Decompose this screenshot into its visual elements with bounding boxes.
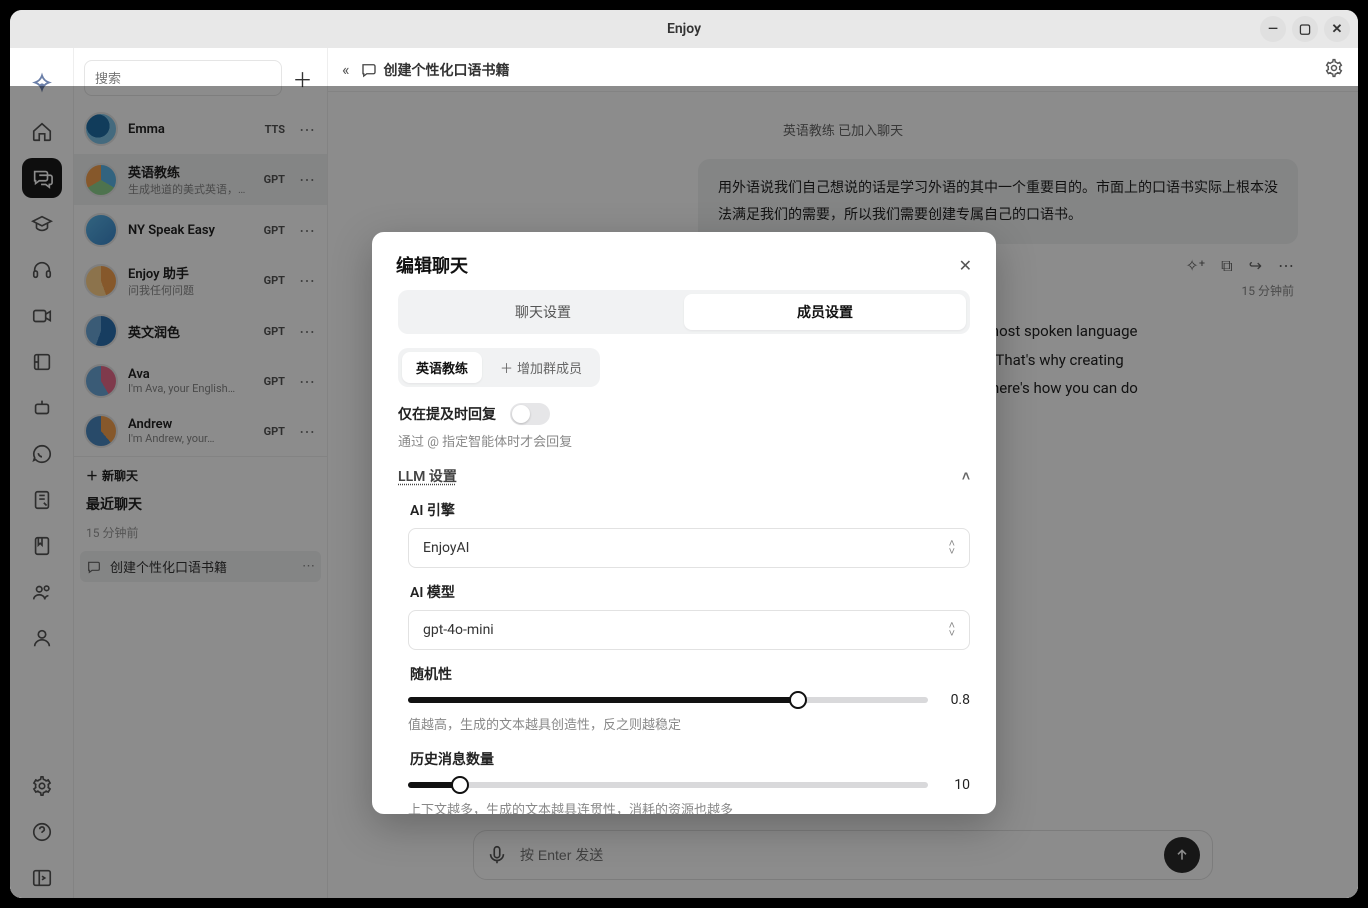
chat-settings-button[interactable] <box>1324 58 1344 82</box>
close-window-button[interactable]: ✕ <box>1324 16 1350 42</box>
add-member-label: 增加群成员 <box>517 358 582 377</box>
modal-title: 编辑聊天 <box>396 252 468 278</box>
temperature-slider-row: 0.8 <box>408 692 970 708</box>
reply-mention-help: 通过 @ 指定智能体时才会回复 <box>398 431 970 450</box>
member-pill[interactable]: 英语教练 <box>402 352 482 383</box>
modal-header: 编辑聊天 ✕ <box>372 232 996 290</box>
modal-tabs: 聊天设置 成员设置 <box>398 290 970 334</box>
llm-section-header[interactable]: LLM 设置 ˄ <box>398 466 970 486</box>
llm-section-label: LLM 设置 <box>398 466 457 486</box>
model-select[interactable]: gpt-4o-mini ˄˅ <box>408 610 970 650</box>
history-help: 上下文越多，生成的文本越具连贯性，消耗的资源也越多 <box>408 799 970 814</box>
modal-body: 聊天设置 成员设置 英语教练 ＋增加群成员 仅在提及时回复 通过 @ 指定智能体… <box>372 290 996 814</box>
reply-mention-toggle[interactable] <box>510 403 550 425</box>
model-value: gpt-4o-mini <box>423 622 494 638</box>
app-window: Enjoy — ▢ ✕ <box>10 10 1358 898</box>
reply-mention-label: 仅在提及时回复 <box>398 404 496 424</box>
history-slider-row: 10 <box>408 777 970 793</box>
chat-title-text: 创建个性化口语书籍 <box>384 60 510 80</box>
app-title: Enjoy <box>667 21 701 37</box>
select-sort-icon: ˄˅ <box>949 622 955 637</box>
history-value: 10 <box>942 777 970 793</box>
history-label: 历史消息数量 <box>408 749 970 769</box>
engine-label: AI 引擎 <box>408 500 970 520</box>
member-pill-row: 英语教练 ＋增加群成员 <box>398 348 600 387</box>
edit-chat-modal: 编辑聊天 ✕ 聊天设置 成员设置 英语教练 ＋增加群成员 仅在提及时回复 <box>372 232 996 814</box>
engine-select[interactable]: EnjoyAI ˄˅ <box>408 528 970 568</box>
add-member-button[interactable]: ＋增加群成员 <box>486 352 596 383</box>
minimize-button[interactable]: — <box>1260 16 1286 42</box>
temperature-label: 随机性 <box>408 664 970 684</box>
tab-member-settings[interactable]: 成员设置 <box>684 294 966 330</box>
window-controls: — ▢ ✕ <box>1260 16 1350 42</box>
history-slider[interactable] <box>408 782 928 788</box>
chat-icon <box>360 61 378 79</box>
maximize-button[interactable]: ▢ <box>1292 16 1318 42</box>
chat-title: 创建个性化口语书籍 <box>360 60 510 80</box>
member-pill-label: 英语教练 <box>416 358 468 377</box>
collapse-icon[interactable]: « <box>342 60 350 79</box>
tab-chat-settings[interactable]: 聊天设置 <box>402 294 684 330</box>
engine-value: EnjoyAI <box>423 540 469 556</box>
temperature-help: 值越高，生成的文本越具创造性，反之则越稳定 <box>408 714 970 733</box>
select-sort-icon: ˄˅ <box>949 540 955 555</box>
temperature-slider[interactable] <box>408 697 928 703</box>
chevron-up-icon: ˄ <box>962 468 970 485</box>
temperature-value: 0.8 <box>942 692 970 708</box>
reply-mention-row: 仅在提及时回复 <box>398 403 970 425</box>
app-body: ＋ Emma TTS ⋯ 英语教练 生成地道的美式英语，超… <box>10 48 1358 898</box>
modal-close-button[interactable]: ✕ <box>959 256 972 275</box>
titlebar: Enjoy — ▢ ✕ <box>10 10 1358 48</box>
model-label: AI 模型 <box>408 582 970 602</box>
